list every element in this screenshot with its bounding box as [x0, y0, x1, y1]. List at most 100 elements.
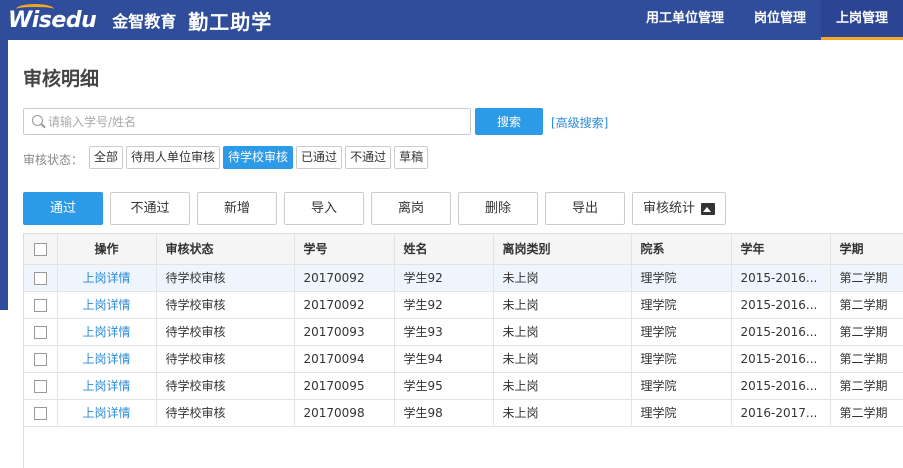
- brand-cn-name: 金智教育: [112, 12, 177, 31]
- name-cell: 学生94: [394, 345, 494, 373]
- row-check-cell: [24, 399, 58, 427]
- row-checkbox[interactable]: [33, 352, 47, 366]
- year-cell: 2015-2016...: [731, 291, 831, 319]
- year-cell: 2015-2016...: [731, 372, 831, 400]
- row-checkbox[interactable]: [33, 406, 47, 420]
- review-stats-button[interactable]: 审核统计: [632, 192, 726, 225]
- left-accent-strip: [0, 40, 8, 310]
- table-row[interactable]: 上岗详情 待学校审核 20170092 学生92 未上岗 理学院 2015-20…: [24, 264, 903, 292]
- nav-item-onboard-mgmt[interactable]: 上岗管理: [820, 0, 903, 40]
- year-cell: 2015-2016...: [731, 264, 831, 292]
- table-row[interactable]: 上岗详情 待学校审核 20170093 学生93 未上岗 理学院 2015-20…: [24, 318, 903, 346]
- status-chip-pending-employer[interactable]: 待用人单位审核: [126, 146, 221, 169]
- onboard-detail-link[interactable]: 上岗详情: [82, 325, 130, 339]
- onboard-detail-link[interactable]: 上岗详情: [82, 271, 130, 285]
- status-cell: 待学校审核: [156, 372, 295, 400]
- op-cell: 上岗详情: [57, 372, 157, 400]
- term-cell: 第二学期: [830, 318, 903, 346]
- term-cell: 第二学期: [830, 372, 903, 400]
- status-cell: 待学校审核: [156, 318, 295, 346]
- row-checkbox[interactable]: [33, 271, 47, 285]
- column-header[interactable]: 姓名: [394, 234, 494, 265]
- status-cell: 待学校审核: [156, 291, 295, 319]
- status-filter-label: 审核状态：: [23, 153, 84, 167]
- status-cell: 待学校审核: [156, 264, 295, 292]
- delete-button[interactable]: 删除: [458, 192, 538, 225]
- onboard-detail-link[interactable]: 上岗详情: [82, 379, 130, 393]
- term-cell: 第二学期: [830, 264, 903, 292]
- search-box: [23, 108, 471, 135]
- op-cell: 上岗详情: [57, 399, 157, 427]
- status-chip-approved[interactable]: 已通过: [296, 146, 343, 169]
- advanced-search-link[interactable]: [高级搜索]: [551, 114, 608, 131]
- row-checkbox[interactable]: [33, 379, 47, 393]
- year-cell: 2015-2016...: [731, 318, 831, 346]
- top-nav: 用工单位管理 岗位管理 上岗管理: [631, 0, 903, 40]
- year-cell: 2015-2016...: [731, 345, 831, 373]
- column-header[interactable]: 院系: [631, 234, 732, 265]
- onboard-detail-link[interactable]: 上岗详情: [82, 352, 130, 366]
- leave-post-button[interactable]: 离岗: [371, 192, 451, 225]
- row-check-cell: [24, 291, 58, 319]
- column-header[interactable]: 学期: [830, 234, 903, 265]
- select-all-checkbox[interactable]: [33, 242, 47, 256]
- table-row[interactable]: 上岗详情 待学校审核 20170095 学生95 未上岗 理学院 2015-20…: [24, 372, 903, 400]
- column-header[interactable]: 操作: [57, 234, 157, 265]
- onboard-detail-link[interactable]: 上岗详情: [82, 298, 130, 312]
- student-id-cell: 20170098: [294, 399, 395, 427]
- brand-wordmark: Wisedu: [8, 3, 97, 33]
- onboard-detail-link[interactable]: 上岗详情: [82, 406, 130, 420]
- dept-cell: 理学院: [631, 372, 732, 400]
- leave-type-cell: 未上岗: [493, 318, 632, 346]
- student-id-cell: 20170092: [294, 264, 395, 292]
- leave-type-cell: 未上岗: [493, 345, 632, 373]
- review-stats-label: 审核统计: [642, 201, 695, 216]
- term-cell: 第二学期: [830, 399, 903, 427]
- name-cell: 学生92: [394, 291, 494, 319]
- status-chip-draft[interactable]: 草稿: [394, 146, 429, 169]
- logo-swoosh-icon: [16, 3, 54, 14]
- status-filter-group: 全部 待用人单位审核 待学校审核 已通过 不通过 草稿: [89, 146, 429, 169]
- status-chip-rejected[interactable]: 不通过: [345, 146, 392, 169]
- status-cell: 待学校审核: [156, 399, 295, 427]
- op-cell: 上岗详情: [57, 345, 157, 373]
- table-row[interactable]: 上岗详情 待学校审核 20170092 学生92 未上岗 理学院 2015-20…: [24, 291, 903, 319]
- top-header: Wisedu 金智教育 勤工助学 用工单位管理 岗位管理 上岗管理: [0, 0, 903, 40]
- import-button[interactable]: 导入: [284, 192, 364, 225]
- dept-cell: 理学院: [631, 318, 732, 346]
- leave-type-cell: 未上岗: [493, 291, 632, 319]
- search-icon: [32, 115, 43, 126]
- op-cell: 上岗详情: [57, 264, 157, 292]
- image-gallery-icon: [701, 202, 715, 215]
- student-id-cell: 20170094: [294, 345, 395, 373]
- approve-button[interactable]: 通过: [23, 192, 103, 225]
- search-input[interactable]: [48, 113, 458, 131]
- column-header[interactable]: 审核状态: [156, 234, 295, 265]
- column-header[interactable]: 学年: [731, 234, 831, 265]
- column-header[interactable]: 学号: [294, 234, 395, 265]
- page-title: 审核明细: [23, 68, 100, 90]
- add-button[interactable]: 新增: [197, 192, 277, 225]
- row-checkbox[interactable]: [33, 298, 47, 312]
- nav-item-position-mgmt[interactable]: 岗位管理: [739, 0, 821, 40]
- student-id-cell: 20170093: [294, 318, 395, 346]
- table-row[interactable]: 上岗详情 待学校审核 20170094 学生94 未上岗 理学院 2015-20…: [24, 345, 903, 373]
- year-cell: 2016-2017...: [731, 399, 831, 427]
- op-cell: 上岗详情: [57, 318, 157, 346]
- brand-logo[interactable]: Wisedu 金智教育 勤工助学: [8, 2, 272, 38]
- row-check-cell: [24, 372, 58, 400]
- op-cell: 上岗详情: [57, 291, 157, 319]
- row-check-cell: [24, 345, 58, 373]
- row-check-cell: [24, 264, 58, 292]
- search-button[interactable]: 搜索: [475, 108, 543, 135]
- reject-button[interactable]: 不通过: [110, 192, 190, 225]
- nav-item-employer-mgmt[interactable]: 用工单位管理: [631, 0, 739, 40]
- leave-type-cell: 未上岗: [493, 399, 632, 427]
- row-checkbox[interactable]: [33, 325, 47, 339]
- status-chip-pending-school[interactable]: 待学校审核: [223, 146, 294, 169]
- export-button[interactable]: 导出: [545, 192, 625, 225]
- status-chip-all[interactable]: 全部: [89, 146, 124, 169]
- table-row[interactable]: 上岗详情 待学校审核 20170098 学生98 未上岗 理学院 2016-20…: [24, 399, 903, 427]
- student-id-cell: 20170095: [294, 372, 395, 400]
- column-header[interactable]: 离岗类别: [493, 234, 632, 265]
